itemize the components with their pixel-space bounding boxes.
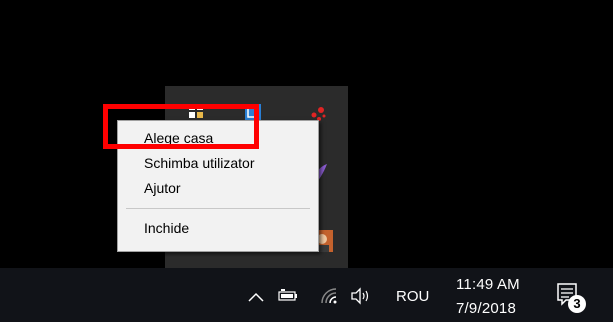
wifi-icon[interactable]: [320, 288, 340, 309]
notification-badge: 3: [568, 295, 586, 313]
menu-separator: [126, 208, 310, 209]
volume-icon[interactable]: [350, 287, 372, 310]
desktop: Alege casa Schimba utilizator Ajutor Inc…: [0, 0, 613, 322]
battery-icon[interactable]: [278, 289, 298, 308]
language-indicator[interactable]: ROU: [396, 288, 429, 305]
menu-item-label: Inchide: [144, 220, 190, 236]
clock-date[interactable]: 7/9/2018: [456, 300, 516, 317]
taskbar: ROU 11:49 AM 7/9/2018 3: [0, 268, 613, 322]
menu-item-label: Schimba utilizator: [144, 155, 255, 171]
clock-time[interactable]: 11:49 AM: [456, 276, 520, 293]
menu-item-schimba-utilizator[interactable]: Schimba utilizator: [119, 152, 317, 174]
menu-item-label: Ajutor: [144, 180, 181, 196]
notification-count: 3: [573, 296, 581, 311]
chevron-up-icon[interactable]: [248, 290, 264, 308]
menu-item-inchide[interactable]: Inchide: [119, 217, 317, 239]
highlight-box: [103, 104, 259, 149]
menu-item-ajutor[interactable]: Ajutor: [119, 177, 317, 199]
